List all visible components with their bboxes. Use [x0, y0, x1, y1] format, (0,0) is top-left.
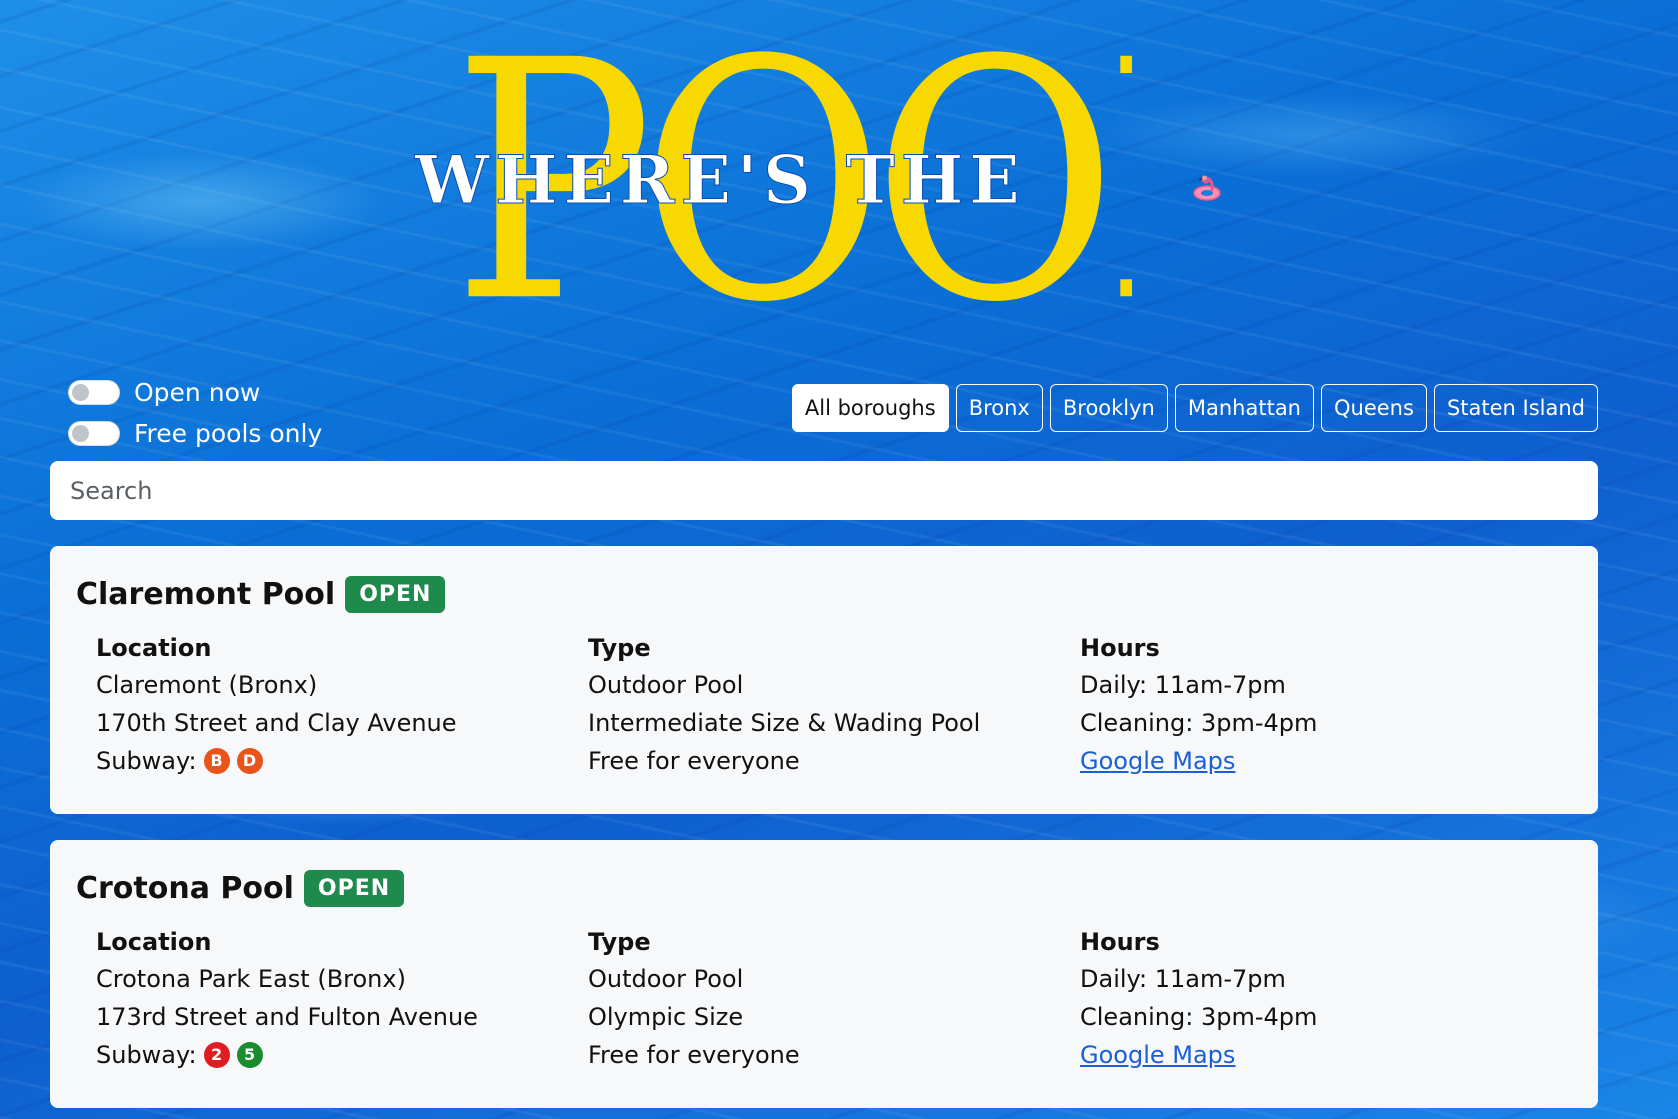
borough-filter: All boroughs Bronx Brooklyn Manhattan Qu… — [791, 384, 1598, 432]
location-heading: Location — [96, 634, 212, 662]
type-column: Type Outdoor Pool Olympic Size Free for … — [588, 924, 1080, 1074]
switch-knob — [72, 384, 89, 401]
hours-heading: Hours — [1080, 928, 1160, 956]
open-now-toggle[interactable]: Open now — [68, 372, 322, 413]
pool-fee: Free for everyone — [588, 1041, 800, 1069]
borough-bronx-button[interactable]: Bronx — [955, 384, 1043, 432]
subway-line-icon: 5 — [236, 1042, 263, 1068]
site-title: POOLS? WHERE'S THE — [0, 0, 1678, 360]
google-maps-link[interactable]: Google Maps — [1080, 1036, 1235, 1074]
borough-brooklyn-button[interactable]: Brooklyn — [1049, 384, 1168, 432]
daily-hours: Daily: 11am-7pm — [1080, 965, 1286, 993]
subway-line-icon: B — [203, 748, 230, 774]
pool-card: Crotona Pool OPEN Location Crotona Park … — [50, 840, 1598, 1108]
title-wheres-the: WHERE'S THE — [415, 141, 1026, 220]
subway-line-icon: D — [236, 748, 263, 774]
status-badge: OPEN — [345, 575, 446, 613]
pool-type: Outdoor Pool — [588, 671, 744, 699]
open-now-label: Open now — [134, 378, 261, 407]
subway-label: Subway: — [96, 1041, 197, 1069]
borough-all-button[interactable]: All boroughs — [791, 384, 949, 432]
pool-size: Olympic Size — [588, 1003, 744, 1031]
location-column: Location Crotona Park East (Bronx) 173rd… — [96, 924, 588, 1074]
daily-hours: Daily: 11am-7pm — [1080, 671, 1286, 699]
free-pools-switch[interactable] — [68, 421, 120, 446]
switch-knob — [72, 425, 89, 442]
location-name: Crotona Park East (Bronx) — [96, 965, 406, 993]
cleaning-hours: Cleaning: 3pm-4pm — [1080, 1003, 1318, 1031]
filter-toggles: Open now Free pools only — [68, 372, 322, 454]
hours-column: Hours Daily: 11am-7pm Cleaning: 3pm-4pm … — [1080, 924, 1572, 1074]
open-now-switch[interactable] — [68, 380, 120, 405]
free-pools-toggle[interactable]: Free pools only — [68, 413, 322, 454]
status-badge: OPEN — [303, 869, 405, 907]
borough-queens-button[interactable]: Queens — [1321, 384, 1427, 432]
subway-info: Subway: B D — [96, 742, 588, 780]
cleaning-hours: Cleaning: 3pm-4pm — [1080, 709, 1318, 737]
type-heading: Type — [588, 634, 651, 662]
location-column: Location Claremont (Bronx) 170th Street … — [96, 630, 588, 780]
pool-type: Outdoor Pool — [588, 965, 744, 993]
subway-info: Subway: 2 5 — [96, 1036, 588, 1074]
pool-card: Claremont Pool OPEN Location Claremont (… — [50, 546, 1598, 814]
hours-heading: Hours — [1080, 634, 1160, 662]
location-heading: Location — [96, 928, 212, 956]
free-pools-label: Free pools only — [134, 419, 323, 448]
type-heading: Type — [588, 928, 651, 956]
maps-row: Google Maps — [1080, 742, 1572, 780]
maps-row: Google Maps — [1080, 1036, 1572, 1074]
subway-label: Subway: — [96, 747, 197, 775]
pool-name: Crotona Pool — [76, 870, 294, 906]
hours-column: Hours Daily: 11am-7pm Cleaning: 3pm-4pm … — [1080, 630, 1572, 780]
subway-line-icon: 2 — [203, 1042, 230, 1068]
pool-fee: Free for everyone — [588, 747, 800, 775]
search-input[interactable] — [50, 461, 1598, 520]
location-name: Claremont (Bronx) — [96, 671, 318, 699]
google-maps-link[interactable]: Google Maps — [1080, 742, 1235, 780]
address: 170th Street and Clay Avenue — [96, 709, 457, 737]
pool-name: Claremont Pool — [76, 576, 336, 612]
borough-staten-island-button[interactable]: Staten Island — [1433, 384, 1598, 432]
borough-manhattan-button[interactable]: Manhattan — [1174, 384, 1314, 432]
pool-size: Intermediate Size & Wading Pool — [588, 709, 981, 737]
type-column: Type Outdoor Pool Intermediate Size & Wa… — [588, 630, 1080, 780]
flamingo-float-icon — [1193, 175, 1221, 201]
address: 173rd Street and Fulton Avenue — [96, 1003, 478, 1031]
